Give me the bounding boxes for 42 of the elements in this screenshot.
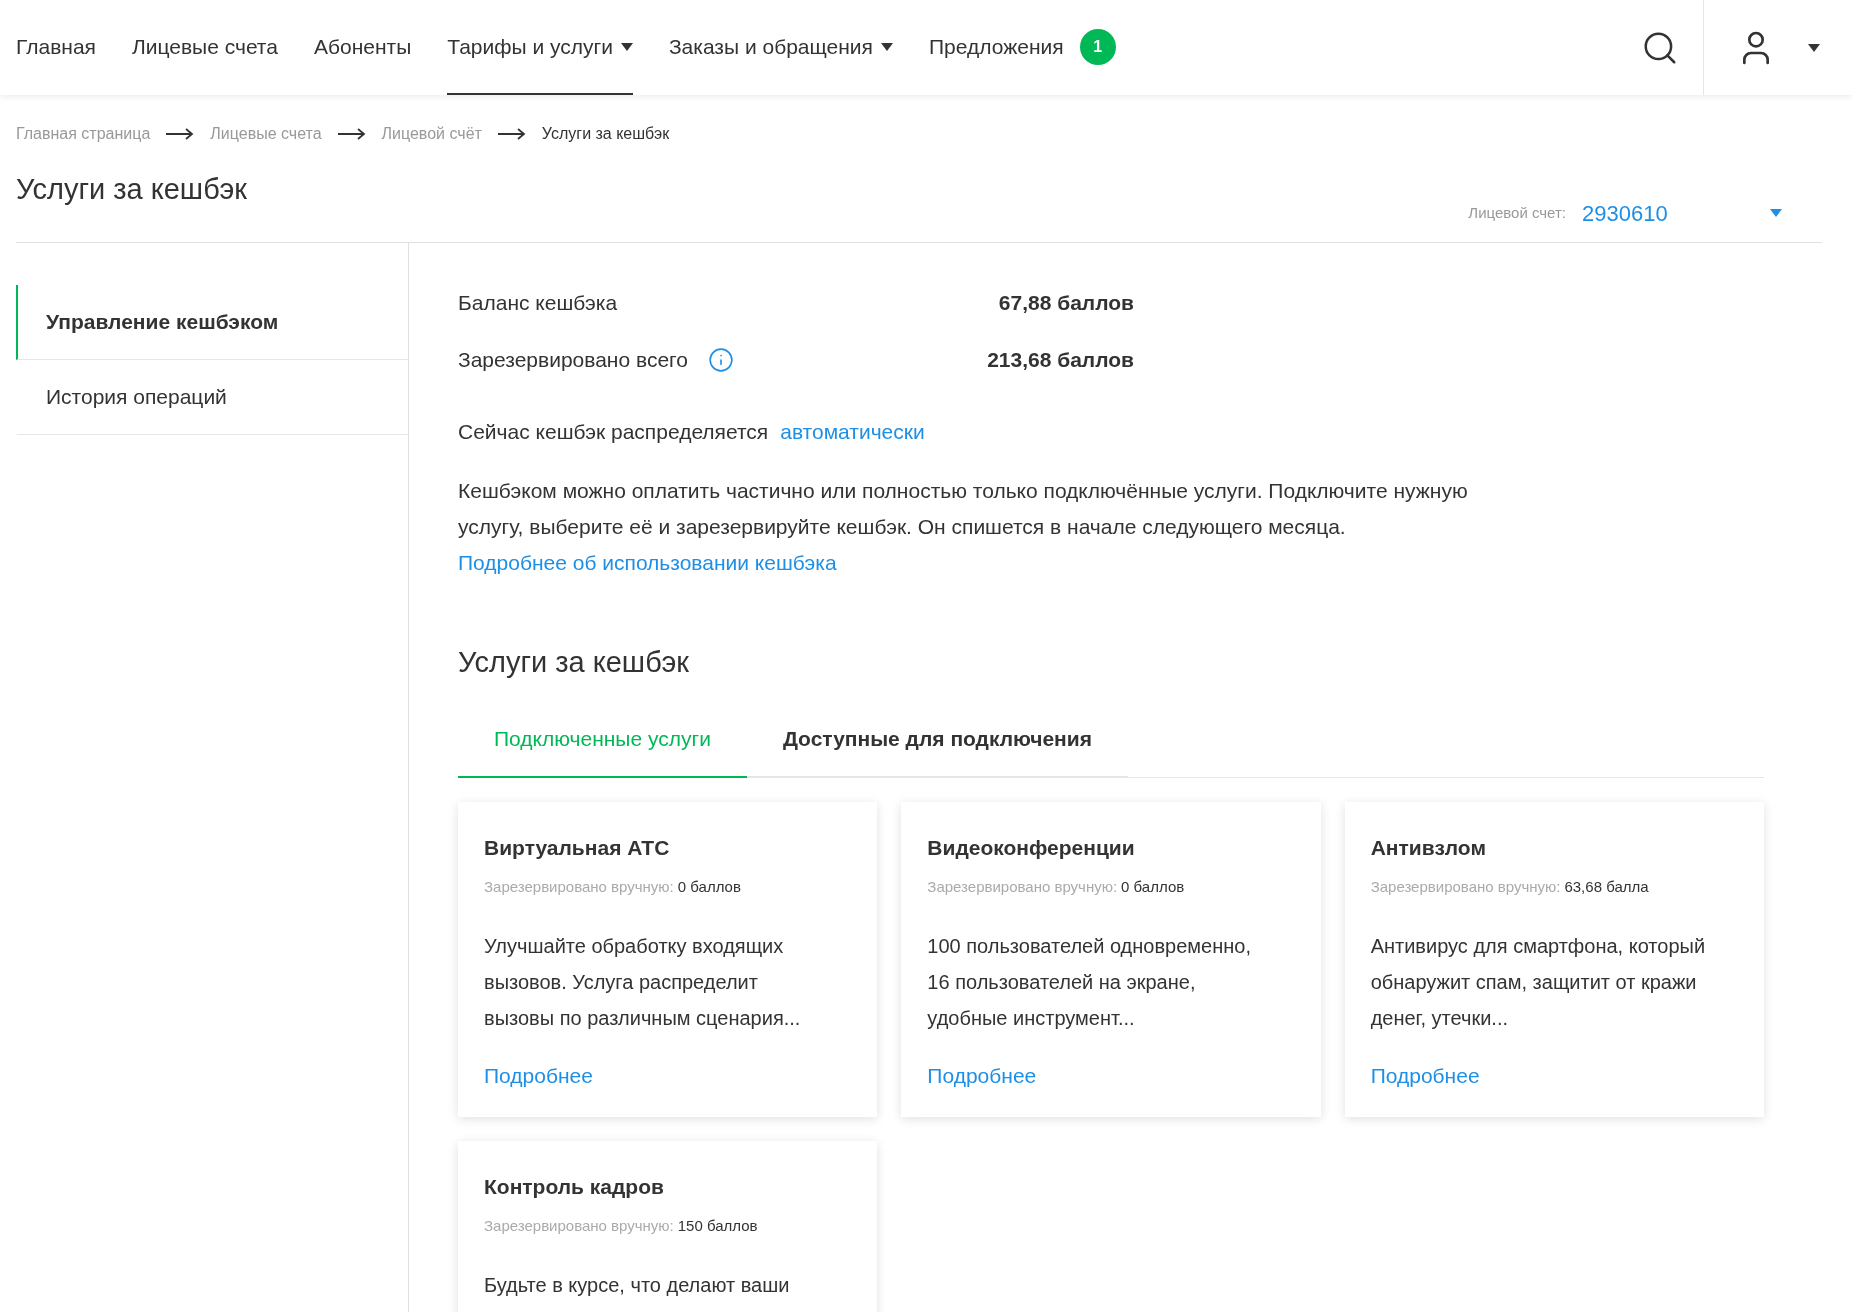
service-title: Виртуальная АТС xyxy=(484,835,671,861)
arrow-right-icon xyxy=(337,128,366,140)
caret-icon xyxy=(1808,43,1820,52)
cashback-description: Кешбэком можно оплатить частично или полностью только подключённые услуги. Подключите нужную услугу, выберите её и зарезервируйте кешбэк. Он спишется в начале следующего месяца. xyxy=(458,478,1468,540)
breadcrumb-link[interactable]: Услуги за кешбэк xyxy=(541,122,670,146)
reserved-label: Зарезервировано вручную: xyxy=(927,876,1118,897)
nav-link[interactable]: Тарифы и услуги xyxy=(447,0,633,95)
nav-link[interactable]: Главная xyxy=(16,0,96,95)
arrow-right-icon xyxy=(166,128,195,140)
account-label: Лицевой счет: xyxy=(1468,202,1566,223)
reserved-value: 63,68 балла xyxy=(1564,876,1649,897)
reserved-value: 0 баллов xyxy=(1121,876,1185,897)
nav-link[interactable]: Предложения 1 xyxy=(929,0,1116,95)
reserved-label: Зарезервировано вручную: xyxy=(1370,876,1561,897)
distribution-text: Сейчас кешбэк распределяется xyxy=(458,418,769,445)
nav-link[interactable]: Заказы и обращения xyxy=(668,0,893,95)
sidebar-menu-item[interactable]: История операций xyxy=(16,359,408,435)
service-title: Антивзлом xyxy=(1370,835,1487,861)
section-title: Услуги за кешбэк xyxy=(458,645,690,680)
service-description: Улучшайте обработку входящих вызовов. Услуга распределит вызовы по различным сценария... xyxy=(484,934,802,1031)
page-title: Услуги за кешбэк xyxy=(16,172,247,207)
services-tab[interactable]: Доступные для подключения xyxy=(746,722,1128,778)
summary-label: Баланс кешбэка xyxy=(458,289,618,316)
service-title: Видеоконференции xyxy=(927,835,1136,861)
count-badge: 1 xyxy=(1079,28,1116,65)
caret-icon xyxy=(1770,209,1782,217)
service-description: 100 пользователей одновременно, 16 пользователей на экране, удобные инструмент... xyxy=(927,934,1252,1031)
nav-link[interactable]: Лицевые счета xyxy=(131,0,278,95)
reserved-value: 150 баллов xyxy=(677,1215,758,1236)
service-title: Контроль кадров xyxy=(484,1174,665,1200)
sidebar-menu-item[interactable]: Управление кешбэком xyxy=(16,284,408,360)
summary-value: 213,68 баллов xyxy=(987,347,1134,373)
reserved-value: 0 баллов xyxy=(677,876,741,897)
arrow-right-icon xyxy=(497,128,526,140)
info-icon[interactable] xyxy=(707,346,734,373)
summary-label: Зарезервировано всего xyxy=(458,347,688,373)
reserved-label: Зарезервировано вручную: xyxy=(484,876,674,897)
service-description: Будьте в курсе, что делают ваши xyxy=(484,1273,791,1298)
summary-value: 67,88 баллов xyxy=(998,289,1134,316)
nav-link[interactable]: Абоненты xyxy=(313,0,412,95)
service-description: Антивирус для смартфона, который обнаружит спам, защитит от кражи денег, утечки... xyxy=(1370,934,1707,1031)
reserved-label: Зарезервировано вручную: xyxy=(484,1215,674,1236)
